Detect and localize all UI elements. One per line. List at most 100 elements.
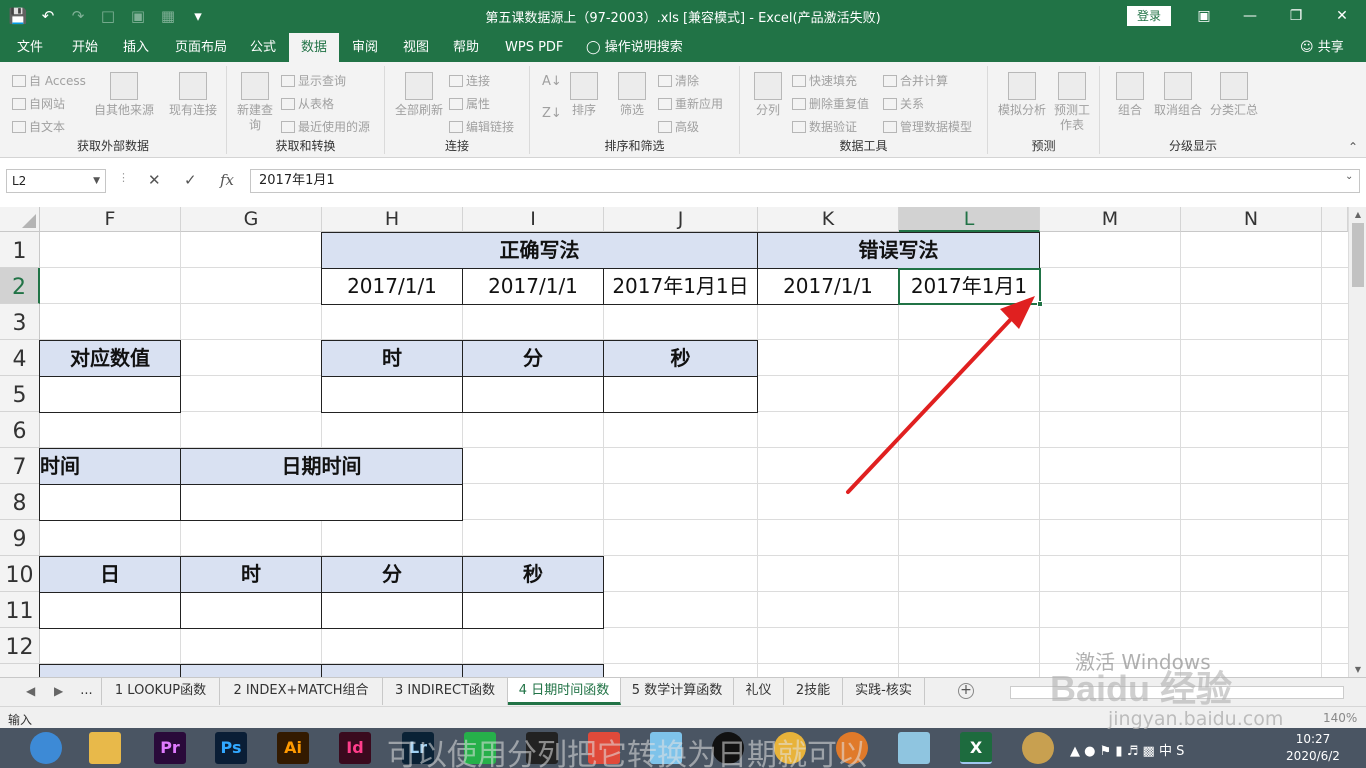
consolidate-button[interactable]: 合并计算	[883, 72, 948, 89]
cell-k2[interactable]: 2017/1/1	[757, 268, 899, 305]
maximize-icon[interactable]: ❐	[1286, 6, 1306, 26]
row13-cell-g[interactable]	[180, 664, 322, 677]
second-input-cell[interactable]	[603, 376, 758, 413]
network-icon[interactable]: ▩	[1143, 744, 1155, 759]
forecast-sheet-button[interactable]: 预测工作表	[1050, 72, 1094, 133]
flag-icon[interactable]: ⚑	[1100, 744, 1112, 759]
scroll-up-icon[interactable]: ▲	[1349, 210, 1366, 219]
collapse-ribbon-icon[interactable]: ⌃	[1348, 140, 1358, 154]
chevron-up-icon[interactable]: ▲	[1070, 744, 1080, 759]
chrome-icon[interactable]	[774, 732, 806, 764]
row-header-12[interactable]: 12	[0, 628, 40, 664]
minimize-icon[interactable]: —	[1240, 6, 1260, 26]
horizontal-scrollbar[interactable]	[1010, 686, 1344, 699]
tab-next-icon[interactable]: ▶	[54, 684, 63, 698]
show-queries-button[interactable]: 显示查询	[281, 72, 346, 89]
tab-file[interactable]: 文件	[17, 33, 43, 62]
day-header-cell[interactable]: 日	[39, 556, 181, 593]
from-access-button[interactable]: 自 Access	[12, 72, 86, 89]
tell-me-search[interactable]: ◯ 操作说明搜索	[586, 33, 683, 62]
ime-indicator[interactable]: 中	[1159, 744, 1172, 759]
volume-icon[interactable]: ♬	[1127, 744, 1139, 759]
day-input-cell[interactable]	[39, 592, 181, 629]
add-sheet-icon[interactable]: +	[958, 683, 974, 699]
row-header-9[interactable]: 9	[0, 520, 40, 556]
clock[interactable]: 10:27 2020/6/2	[1283, 731, 1343, 765]
row-header-8[interactable]: 8	[0, 484, 40, 520]
column-header-j[interactable]: J	[604, 207, 758, 232]
browser-icon[interactable]	[30, 732, 62, 764]
correct-format-header[interactable]: 正确写法	[321, 232, 758, 269]
formula-input[interactable]: 2017年1月1	[250, 169, 1360, 193]
share-button[interactable]: ☺ 共享	[1300, 33, 1344, 62]
column-header-m[interactable]: M	[1040, 207, 1181, 232]
wrong-format-header[interactable]: 错误写法	[757, 232, 1040, 269]
sheet-tab-math[interactable]: 5 数学计算函数	[621, 678, 734, 705]
hour-header-cell-2[interactable]: 时	[180, 556, 322, 593]
subtotal-button[interactable]: 分类汇总	[1206, 72, 1262, 118]
tab-view[interactable]: 视图	[403, 33, 429, 62]
second-header-cell[interactable]: 秒	[603, 340, 758, 377]
face-app-icon[interactable]	[1022, 732, 1054, 764]
relationships-button[interactable]: 关系	[883, 95, 924, 112]
from-text-button[interactable]: 自文本	[12, 118, 65, 135]
qq-tray-icon[interactable]: ●	[1084, 744, 1095, 759]
glass-app-icon[interactable]	[898, 732, 930, 764]
enter-icon[interactable]: ✓	[184, 171, 197, 189]
excel-icon[interactable]: X	[960, 732, 992, 764]
hour-input-cell-2[interactable]	[180, 592, 322, 629]
time-header-cell[interactable]: 时间	[39, 448, 181, 485]
from-other-sources-button[interactable]: 自其他来源	[93, 72, 155, 118]
sogou-icon[interactable]: S	[1176, 744, 1184, 759]
hour-input-cell[interactable]	[321, 376, 463, 413]
premiere-icon[interactable]: Pr	[154, 732, 186, 764]
sheet-tab-lookup[interactable]: 1 LOOKUP函数	[102, 678, 220, 705]
row-header-11[interactable]: 11	[0, 592, 40, 628]
zoom-level[interactable]: 140%	[1323, 711, 1357, 725]
sort-button[interactable]: 排序	[566, 72, 602, 118]
row-header-4[interactable]: 4	[0, 340, 40, 376]
cancel-icon[interactable]: ✕	[148, 171, 161, 189]
data-validation-button[interactable]: 数据验证	[792, 118, 857, 135]
remove-duplicates-button[interactable]: 删除重复值	[792, 95, 869, 112]
existing-connections-button[interactable]: 现有连接	[166, 72, 220, 118]
datetime-header-cell[interactable]: 日期时间	[180, 448, 463, 485]
row13-cell-h[interactable]	[321, 664, 463, 677]
select-all-corner[interactable]	[0, 207, 40, 232]
value-input-cell[interactable]	[39, 376, 181, 413]
row-header-13[interactable]	[0, 664, 40, 677]
fox-app-icon[interactable]	[836, 732, 868, 764]
recent-sources-button[interactable]: 最近使用的源	[281, 118, 370, 135]
vertical-scrollbar[interactable]: ▲ ▼	[1348, 207, 1366, 677]
save-icon[interactable]: 💾	[8, 6, 28, 26]
tab-help[interactable]: 帮助	[453, 33, 479, 62]
worksheet-grid[interactable]: F G H I J K L M N 1 2 3 4 5 6 7 8 9 10 1…	[0, 207, 1348, 677]
qq-icon[interactable]	[712, 732, 744, 764]
cell-i2[interactable]: 2017/1/1	[462, 268, 604, 305]
expand-formula-icon[interactable]: ⌄	[1345, 171, 1353, 182]
manage-data-model-button[interactable]: 管理数据模型	[883, 118, 972, 135]
battery-icon[interactable]: ▮	[1115, 744, 1122, 759]
minute-header-cell[interactable]: 分	[462, 340, 604, 377]
new-query-button[interactable]: 新建查询	[235, 72, 275, 133]
ungroup-button[interactable]: 取消组合	[1150, 72, 1206, 118]
column-header-i[interactable]: I	[463, 207, 604, 232]
cell-h2[interactable]: 2017/1/1	[321, 268, 463, 305]
chevron-down-icon[interactable]: ▼	[93, 170, 100, 192]
fill-handle[interactable]	[1037, 301, 1043, 307]
name-box[interactable]: L2 ▼	[6, 169, 106, 193]
print-preview-icon[interactable]: ▣	[128, 6, 148, 26]
tab-data[interactable]: 数据	[289, 33, 340, 62]
sheet-tab-index-match[interactable]: 2 INDEX+MATCH组合	[220, 678, 383, 705]
illustrator-icon[interactable]: Ai	[277, 732, 309, 764]
tab-review[interactable]: 审阅	[352, 33, 378, 62]
sheet-tab-etiquette[interactable]: 礼仪	[734, 678, 784, 705]
insert-function-icon[interactable]: fx	[220, 171, 234, 189]
value-header-cell[interactable]: 对应数值	[39, 340, 181, 377]
new-icon[interactable]: □	[98, 6, 118, 26]
row-header-1[interactable]: 1	[0, 232, 40, 268]
green-app-icon[interactable]	[464, 732, 496, 764]
time-input-cell[interactable]	[39, 484, 181, 521]
table-icon[interactable]: ▦	[158, 6, 178, 26]
tab-prev-icon[interactable]: ◀	[26, 684, 35, 698]
